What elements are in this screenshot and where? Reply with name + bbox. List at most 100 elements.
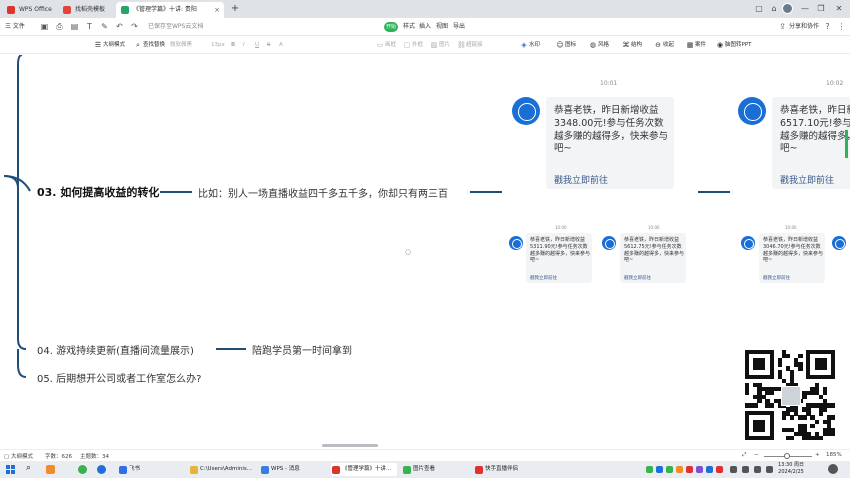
hyperlink-button[interactable]: ⛓ 超链接 — [457, 40, 483, 51]
window-layout-icon[interactable]: ▢ — [752, 2, 766, 16]
fit-icon[interactable]: ⤢ — [742, 452, 746, 459]
windows-taskbar: ⌕ 飞书 C:\Users\Adminis... WPS - 消息 《管理学篇》… — [0, 461, 850, 478]
close-tab-icon[interactable]: × — [214, 2, 220, 18]
collapse-button[interactable]: ⊖ 收起 — [654, 40, 674, 51]
outline-mode-toggle[interactable]: ▢ 大纲模式 — [4, 452, 33, 460]
card-link[interactable]: 戳我立即前往 — [624, 275, 651, 281]
network-icon[interactable] — [730, 466, 737, 473]
share-button[interactable]: 分享和协作 — [789, 21, 819, 33]
frame-button[interactable]: ▭ 画框 — [376, 40, 396, 51]
italic-button[interactable]: I — [243, 40, 245, 51]
mindmap-node-5[interactable]: 05. 后期想开公司或者工作室怎么办? — [37, 370, 201, 385]
structure-button[interactable]: ⌘ 结构 — [622, 40, 643, 51]
style-button[interactable]: ◍ 风格 — [589, 40, 609, 51]
to-ppt-button[interactable]: ◉ 脑图转PPT — [716, 40, 752, 51]
underline-button[interactable]: U — [255, 40, 259, 51]
font-color-button[interactable]: A — [279, 40, 283, 51]
more-icon[interactable]: ⋮ — [837, 22, 846, 31]
assistant-avatar-icon — [509, 236, 523, 250]
ime-icon[interactable] — [754, 466, 761, 473]
card-link[interactable]: 戳我立即前往 — [780, 173, 834, 186]
search-icon[interactable]: ⌕ — [26, 463, 31, 473]
connector-line — [160, 191, 192, 193]
menu-insert[interactable]: 插入 — [419, 21, 431, 33]
app-icon[interactable] — [46, 465, 55, 474]
find-replace-button[interactable]: ⌕ 查找替换 — [134, 40, 165, 51]
card-link[interactable]: 戳我立即前往 — [763, 275, 790, 281]
menu-view[interactable]: 视图 — [436, 21, 448, 33]
tray-icon[interactable] — [706, 466, 713, 473]
text-format-icon[interactable]: T — [85, 22, 94, 31]
taskbar-item-document[interactable]: 《管理学篇》十讲... — [331, 463, 397, 476]
zoom-level[interactable]: 185% — [826, 452, 842, 458]
tray-icon[interactable] — [716, 466, 723, 473]
start-tab-badge[interactable]: 开始 — [384, 22, 398, 32]
font-size-select[interactable]: 13px — [211, 40, 225, 51]
redo-icon[interactable]: ↷ — [130, 22, 139, 31]
ppt-icon: ◉ — [716, 41, 724, 49]
notification-icon[interactable] — [828, 464, 838, 474]
icon-button[interactable]: ☺ 图标 — [556, 40, 576, 51]
file-menu[interactable]: 三 文件 — [5, 21, 25, 33]
case-button[interactable]: ▦ 案件 — [686, 40, 706, 51]
outline-mode-button[interactable]: ☰ 大纲模式 — [94, 40, 125, 51]
taskbar-item-wps-msg[interactable]: WPS - 消息 — [260, 463, 326, 476]
cursor-icon: ◌ — [405, 248, 412, 256]
taskbar-item-kuaishou[interactable]: 快手直播伴侣 — [474, 463, 540, 476]
mindmap-node-4-child[interactable]: 陪跑学员第一时间拿到 — [252, 342, 352, 357]
wechat-tray-icon[interactable] — [646, 466, 653, 473]
preview-icon[interactable]: ▤ — [70, 22, 79, 31]
app-icon[interactable] — [97, 465, 106, 474]
card-link[interactable]: 戳我立即前往 — [554, 173, 608, 186]
bold-button[interactable]: B — [231, 40, 235, 51]
tray-icon[interactable] — [696, 466, 703, 473]
zoom-out-icon[interactable]: − — [754, 452, 759, 458]
menu-style[interactable]: 样式 — [403, 21, 415, 33]
tray-icon[interactable] — [666, 466, 673, 473]
windows-start-icon[interactable] — [6, 465, 15, 474]
scroll-indicator — [845, 130, 848, 158]
menu-export[interactable]: 导出 — [453, 21, 465, 33]
font-name-select[interactable]: 微软雅黑 — [170, 40, 192, 51]
tray-icon[interactable] — [676, 466, 683, 473]
zoom-slider-handle[interactable] — [784, 453, 790, 459]
print-icon[interactable]: ⎙ — [55, 22, 64, 31]
keyboard-icon[interactable] — [766, 466, 773, 473]
save-icon[interactable]: ▣ — [40, 22, 49, 31]
close-icon[interactable]: ✕ — [832, 2, 846, 16]
mindmap-node-3[interactable]: 03. 如何提高收益的转化 — [37, 184, 159, 200]
taskbar-item-feishu[interactable]: 飞书 — [118, 463, 178, 476]
new-tab-button[interactable]: + — [228, 2, 242, 16]
qr-module — [830, 431, 836, 437]
brush-icon[interactable]: ✎ — [100, 22, 109, 31]
share-icon[interactable]: ⇪ — [778, 22, 787, 31]
taskbar-clock[interactable]: 13:30 周日 2024/2/25 — [778, 462, 804, 476]
strike-button[interactable]: S — [267, 40, 271, 51]
watermark-button[interactable]: ◈ 水印 — [520, 40, 540, 51]
tray-icon[interactable] — [686, 466, 693, 473]
taskbar-item-explorer[interactable]: C:\Users\Adminis... — [189, 463, 255, 476]
mindmap-node-4[interactable]: 04. 游戏持续更新(直播间流量展示) — [37, 342, 194, 357]
tray-icon[interactable] — [656, 466, 663, 473]
qr-module — [785, 354, 791, 359]
undo-icon[interactable]: ↶ — [115, 22, 124, 31]
zoom-in-icon[interactable]: + — [815, 452, 820, 458]
horizontal-scrollbar[interactable] — [322, 444, 378, 447]
tab-wps-office[interactable]: WPS Office — [2, 2, 56, 18]
card-link[interactable]: 戳我立即前往 — [530, 275, 557, 281]
tab-document[interactable]: 《管理学篇》十讲: 贵阳 × — [116, 2, 224, 18]
tab-template[interactable]: 找稻壳模板 — [58, 2, 112, 18]
avatar[interactable] — [782, 3, 793, 14]
mindmap-node-3-child[interactable]: 比如：别人一场直播收益四千多五千多，你却只有两三百 — [198, 185, 448, 200]
app-icon[interactable] — [78, 465, 87, 474]
pin-icon[interactable]: ⌂ — [767, 2, 781, 16]
restore-icon[interactable]: ❐ — [814, 2, 828, 16]
taskbar-item-image-viewer[interactable]: 图片查看 — [402, 463, 468, 476]
help-icon[interactable]: ? — [823, 22, 832, 31]
volume-icon[interactable] — [742, 466, 749, 473]
minimize-icon[interactable]: — — [798, 2, 812, 16]
image-button[interactable]: ▨ 图片 — [430, 40, 450, 51]
qr-module — [798, 354, 803, 359]
mindmap-canvas[interactable]: 03. 如何提高收益的转化 比如：别人一场直播收益四千多五千多，你却只有两三百 … — [0, 55, 850, 448]
border-button[interactable]: ▢ 外框 — [403, 40, 423, 51]
